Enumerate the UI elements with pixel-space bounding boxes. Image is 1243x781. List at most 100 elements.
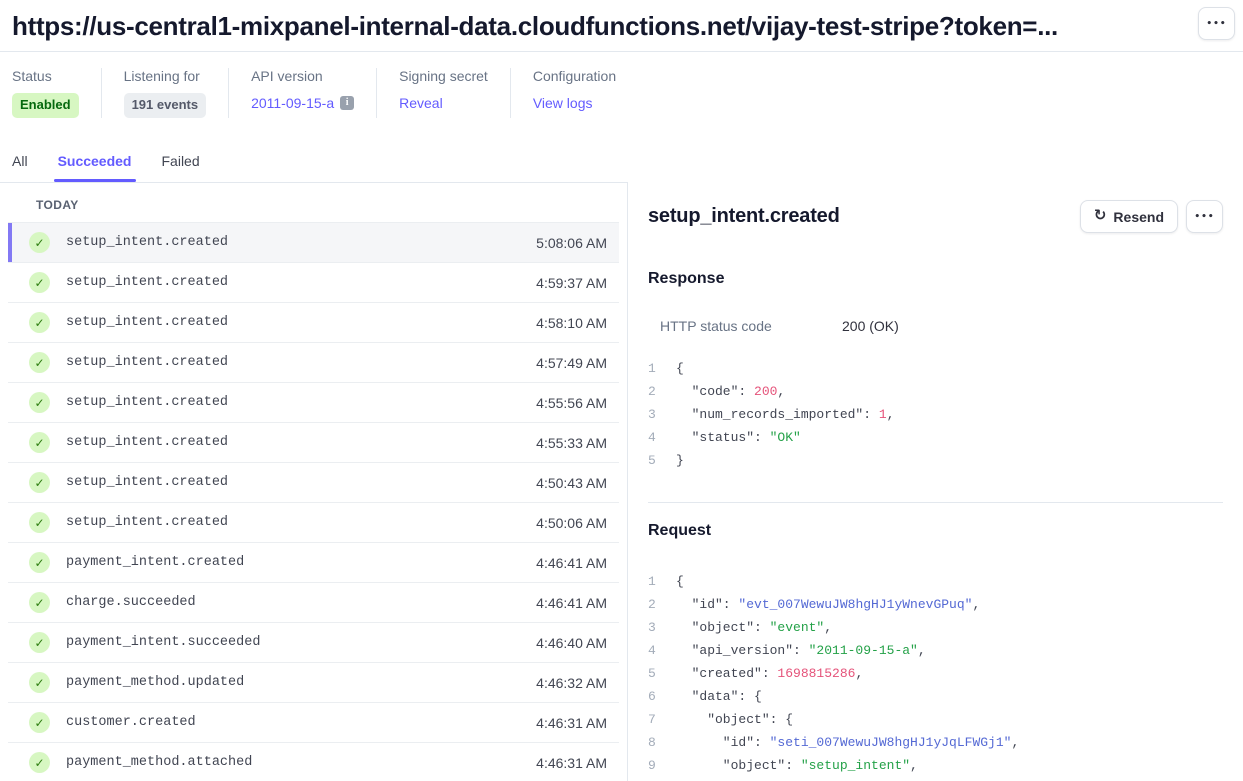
code-text: }: [676, 449, 684, 472]
code-token: {: [676, 574, 684, 589]
code-token: "id":: [676, 735, 770, 750]
event-row[interactable]: ✓payment_method.attached4:46:31 AM: [8, 743, 619, 781]
detail-title: setup_intent.created: [648, 205, 840, 228]
meta-row: StatusEnabledListening for191 eventsAPI …: [12, 68, 1231, 118]
meta-value: View logs: [533, 93, 616, 113]
code-line: 4 "status": "OK": [648, 426, 1223, 449]
check-icon: ✓: [29, 672, 50, 693]
event-name: payment_intent.succeeded: [66, 635, 536, 650]
check-icon: ✓: [29, 472, 50, 493]
code-token: ,: [855, 666, 863, 681]
code-token: ,: [918, 643, 926, 658]
detail-overflow-button[interactable]: •••: [1186, 200, 1223, 233]
http-status-row: HTTP status code 200 (OK): [648, 318, 1223, 334]
line-number: 6: [648, 685, 663, 708]
info-icon[interactable]: i: [340, 96, 354, 110]
event-time: 4:55:33 AM: [536, 435, 607, 451]
event-rows: ✓setup_intent.created5:08:06 AM✓setup_in…: [8, 222, 619, 781]
line-number: 9: [648, 754, 663, 777]
code-token: "num_records_imported":: [676, 407, 879, 422]
code-text: "data": {: [676, 685, 762, 708]
event-row[interactable]: ✓setup_intent.created4:50:43 AM: [8, 463, 619, 503]
event-time: 4:46:41 AM: [536, 595, 607, 611]
event-name: setup_intent.created: [66, 515, 536, 530]
event-row[interactable]: ✓setup_intent.created5:08:06 AM: [8, 223, 619, 263]
event-detail-panel: setup_intent.created ↻ Resend ••• Respon…: [628, 182, 1243, 781]
code-token: "object":: [676, 620, 770, 635]
code-token: "status":: [676, 430, 770, 445]
view-logs-link[interactable]: View logs: [533, 93, 593, 113]
check-icon: ✓: [29, 752, 50, 773]
event-row[interactable]: ✓setup_intent.created4:55:56 AM: [8, 383, 619, 423]
event-group-label: TODAY: [0, 183, 627, 222]
event-time: 4:46:32 AM: [536, 675, 607, 691]
code-text: "num_records_imported": 1,: [676, 403, 894, 426]
status-badge: Enabled: [12, 93, 79, 118]
event-time: 4:55:56 AM: [536, 395, 607, 411]
http-status-label: HTTP status code: [660, 318, 842, 334]
event-row[interactable]: ✓setup_intent.created4:58:10 AM: [8, 303, 619, 343]
code-text: "object": "event",: [676, 616, 832, 639]
tab-failed[interactable]: Failed: [162, 153, 200, 182]
check-icon: ✓: [29, 352, 50, 373]
ellipsis-icon: •••: [1206, 19, 1226, 29]
event-name: payment_intent.created: [66, 555, 536, 570]
meta-value: Reveal: [399, 93, 488, 113]
event-name: payment_method.updated: [66, 675, 536, 690]
resend-label: Resend: [1113, 209, 1164, 225]
content: TODAY ✓setup_intent.created5:08:06 AM✓se…: [0, 182, 1243, 781]
line-number: 4: [648, 426, 663, 449]
object-id-link[interactable]: "evt_007WewuJW8hgHJ1yWnevGPuq": [738, 597, 972, 612]
code-line: 8 "id": "seti_007WewuJW8hgHJ1yJqLFWGj1",: [648, 731, 1223, 754]
event-row[interactable]: ✓charge.succeeded4:46:41 AM: [8, 583, 619, 623]
code-line: 2 "code": 200,: [648, 380, 1223, 403]
tab-succeeded[interactable]: Succeeded: [58, 153, 132, 182]
check-icon: ✓: [29, 712, 50, 733]
meta-label: API version: [251, 68, 354, 85]
code-token: "object": {: [676, 712, 793, 727]
response-code-block: 1{2 "code": 200,3 "num_records_imported"…: [648, 357, 1223, 472]
event-name: payment_method.attached: [66, 755, 536, 770]
code-token: "created":: [676, 666, 777, 681]
event-row[interactable]: ✓ payment_method.updated4:46:32 AM: [8, 663, 619, 703]
event-name: setup_intent.created: [66, 355, 536, 370]
code-line: 7 "object": {: [648, 708, 1223, 731]
code-token: "code":: [676, 384, 754, 399]
2011-09-15-a-link[interactable]: 2011-09-15-a: [251, 93, 334, 113]
event-row[interactable]: ✓payment_intent.created4:46:41 AM: [8, 543, 619, 583]
event-list-panel: TODAY ✓setup_intent.created5:08:06 AM✓se…: [0, 182, 628, 781]
code-text: {: [676, 570, 684, 593]
http-status-value: 200 (OK): [842, 318, 899, 334]
code-line: 9 "object": "setup_intent",: [648, 754, 1223, 777]
event-row[interactable]: ✓setup_intent.created4:57:49 AM: [8, 343, 619, 383]
page-overflow-button[interactable]: •••: [1198, 7, 1235, 40]
event-time: 4:46:31 AM: [536, 715, 607, 731]
event-name: setup_intent.created: [66, 475, 536, 490]
code-text: "status": "OK": [676, 426, 801, 449]
code-text: "id": "seti_007WewuJW8hgHJ1yJqLFWGj1",: [676, 731, 1019, 754]
event-row[interactable]: ✓payment_intent.succeeded4:46:40 AM: [8, 623, 619, 663]
event-row[interactable]: ✓setup_intent.created4:55:33 AM: [8, 423, 619, 463]
event-name: setup_intent.created: [66, 395, 536, 410]
filter-tabs: All Succeeded Failed: [0, 153, 1243, 182]
code-text: "created": 1698815286,: [676, 662, 863, 685]
event-row[interactable]: ✓setup_intent.created4:59:37 AM: [8, 263, 619, 303]
code-line: 5 "created": 1698815286,: [648, 662, 1223, 685]
check-icon: ✓: [29, 592, 50, 613]
meta-value: 191 events: [124, 93, 207, 118]
event-row[interactable]: ✓setup_intent.created4:50:06 AM: [8, 503, 619, 543]
code-text: "api_version": "2011-09-15-a",: [676, 639, 926, 662]
object-id-link[interactable]: "seti_007WewuJW8hgHJ1yJqLFWGj1": [770, 735, 1012, 750]
code-token: ,: [777, 384, 785, 399]
code-token: {: [676, 361, 684, 376]
request-heading: Request: [648, 522, 1223, 540]
event-time: 4:46:41 AM: [536, 555, 607, 571]
meta-item-configuration: ConfigurationView logs: [510, 68, 638, 118]
tab-all[interactable]: All: [12, 153, 28, 182]
reveal-link[interactable]: Reveal: [399, 93, 443, 113]
code-token: ,: [910, 758, 918, 773]
code-line: 6 "data": {: [648, 685, 1223, 708]
event-row[interactable]: ✓customer.created4:46:31 AM: [8, 703, 619, 743]
resend-button[interactable]: ↻ Resend: [1080, 200, 1178, 233]
code-line: 1{: [648, 357, 1223, 380]
